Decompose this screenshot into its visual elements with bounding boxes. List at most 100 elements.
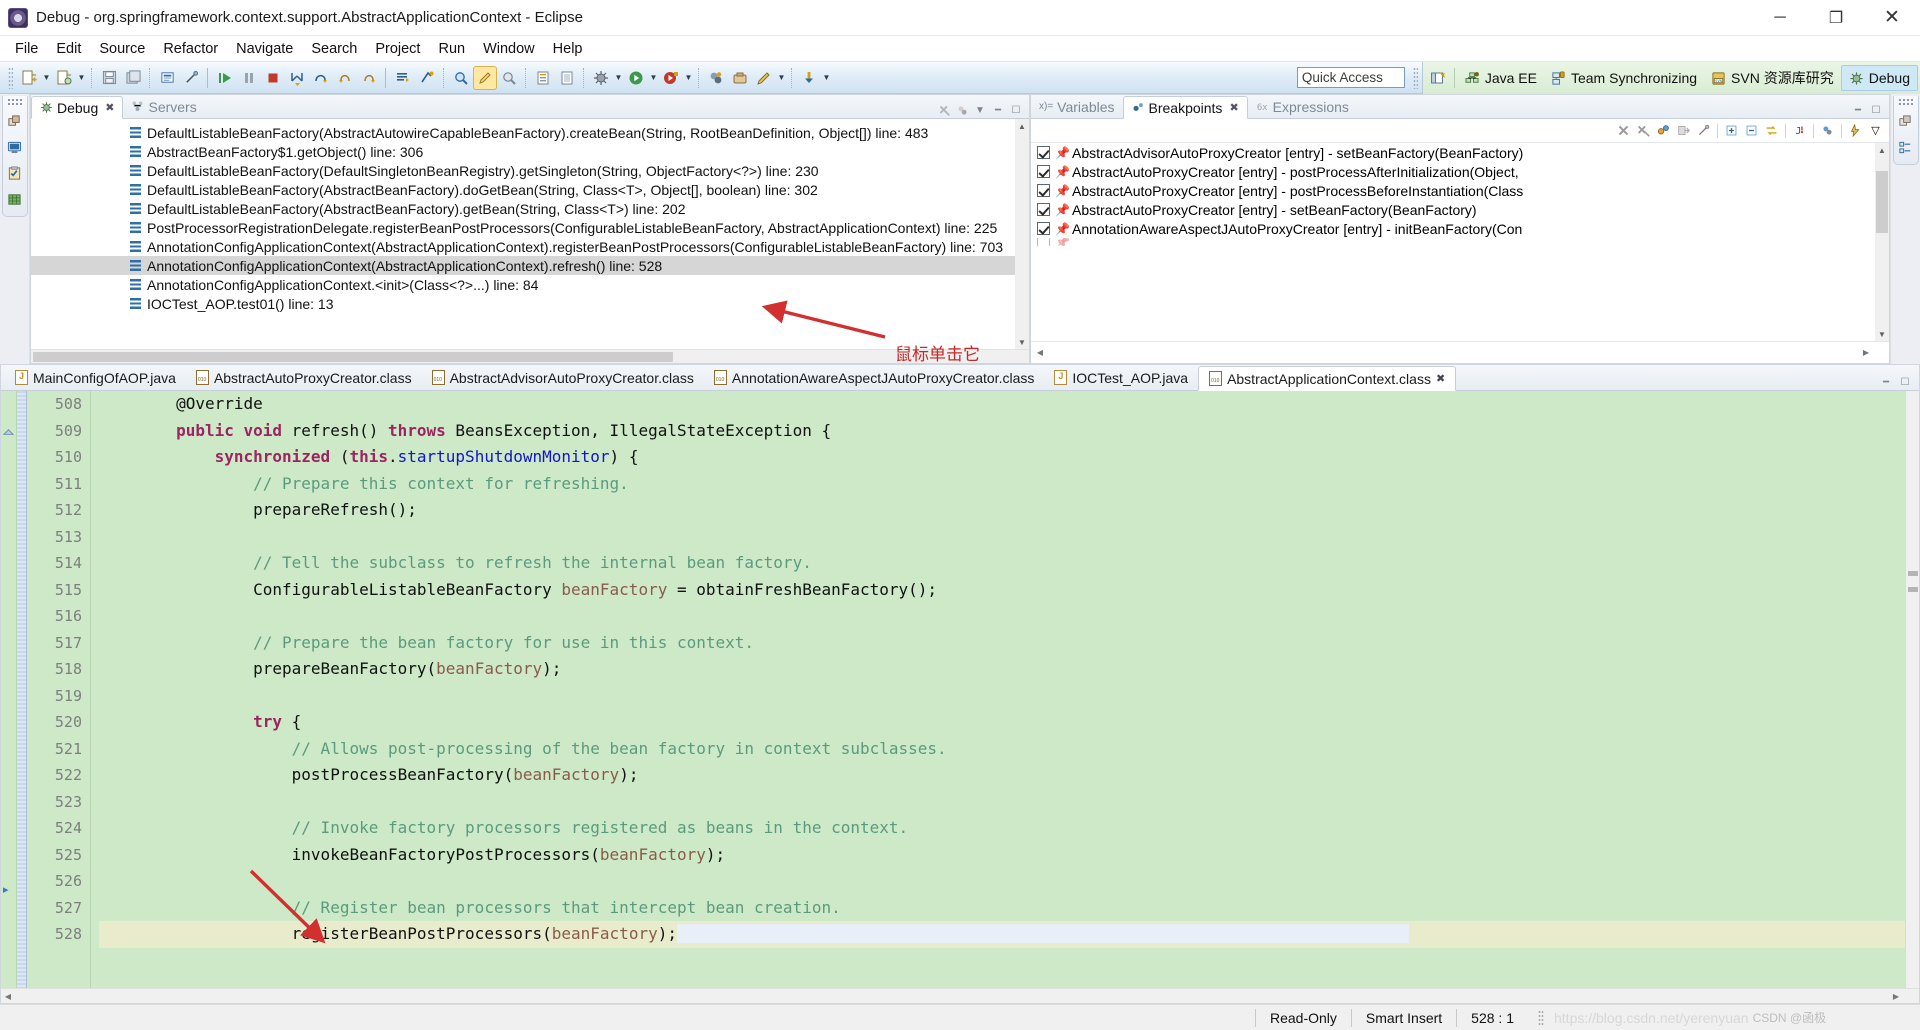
remove-all-terminated-icon[interactable]: [936, 102, 952, 118]
resume-icon[interactable]: [214, 67, 236, 89]
bp-bottom-right-arrow-icon[interactable]: ▶: [1859, 346, 1873, 360]
profile-icon[interactable]: [705, 67, 727, 89]
breakpoint-row[interactable]: 📌 AbstractAutoProxyCreator [entry] - pos…: [1031, 162, 1889, 181]
menu-source[interactable]: Source: [90, 39, 154, 59]
tab-variables[interactable]: x)= Variables: [1031, 95, 1123, 118]
new-wizard-dropdown-icon[interactable]: ▼: [41, 67, 52, 89]
run-external-dropdown-icon[interactable]: ▼: [683, 67, 694, 89]
maximize-button[interactable]: ❐: [1808, 0, 1864, 36]
editor-horizontal-scrollbar[interactable]: ◀ ▶: [1, 988, 1919, 1003]
code-line[interactable]: [99, 789, 1905, 816]
previous-annotation-icon[interactable]: [556, 67, 578, 89]
editor-tab-close-icon[interactable]: ✖: [1436, 372, 1445, 385]
outline-view-icon[interactable]: [1895, 134, 1917, 160]
open-task-icon[interactable]: [416, 67, 438, 89]
restore-view-icon[interactable]: [1895, 108, 1917, 134]
tasks-view-icon[interactable]: [4, 160, 26, 186]
remove-all-breakpoints-icon[interactable]: [1634, 121, 1653, 140]
suspend-icon[interactable]: [238, 67, 260, 89]
step-into-icon[interactable]: [286, 67, 308, 89]
scroll-down-icon[interactable]: ▼: [1018, 335, 1026, 349]
new-java-class-icon[interactable]: [53, 67, 75, 89]
status-bar-grip[interactable]: [1538, 1009, 1544, 1026]
editor-maximize-icon[interactable]: ☐: [1897, 374, 1913, 390]
tab-servers[interactable]: Servers: [123, 95, 204, 118]
code-line[interactable]: invokeBeanFactoryPostProcessors(beanFact…: [99, 842, 1905, 869]
breakpoint-checkbox[interactable]: [1037, 165, 1050, 178]
stack-frame-row[interactable]: AnnotationConfigApplicationContext.<init…: [31, 275, 1029, 294]
quick-access-input[interactable]: Quick Access: [1296, 67, 1405, 88]
breakpoint-row[interactable]: 📌 AbstractAdvisorAutoProxyCreator [entry…: [1031, 143, 1889, 162]
code-line[interactable]: // Prepare this context for refreshing.: [99, 471, 1905, 498]
add-exception-breakpoint-icon[interactable]: J: [1790, 121, 1809, 140]
new-wizard-icon[interactable]: [18, 67, 40, 89]
debug-view-menu-icon[interactable]: ▼: [972, 102, 988, 118]
code-line[interactable]: prepareRefresh();: [99, 497, 1905, 524]
breakpoint-checkbox[interactable]: [1037, 146, 1050, 159]
add-java-exception-icon[interactable]: [1818, 121, 1837, 140]
menu-window[interactable]: Window: [474, 39, 544, 59]
debug-view-minimize-icon[interactable]: ━: [990, 102, 1006, 118]
breakpoints-minimize-icon[interactable]: ━: [1850, 102, 1866, 118]
code-line[interactable]: [99, 683, 1905, 710]
editor-tab-ioctest-aop[interactable]: IOCTest_AOP.java: [1044, 365, 1198, 390]
restore-view-icon[interactable]: [4, 108, 26, 134]
editor-marker-column[interactable]: ▸: [1, 391, 17, 988]
stack-frame-row[interactable]: AnnotationConfigApplicationContext(Abstr…: [31, 237, 1029, 256]
stack-hscroll-thumb[interactable]: [33, 351, 673, 362]
close-button[interactable]: ✕: [1864, 0, 1920, 36]
stack-frame-row[interactable]: DefaultListableBeanFactory(AbstractBeanF…: [31, 180, 1029, 199]
stack-frame-row[interactable]: AbstractBeanFactory$1.getObject() line: …: [31, 142, 1029, 161]
breakpoint-row-partial[interactable]: 📌: [1031, 238, 1889, 246]
code-line[interactable]: // Tell the subclass to refresh the inte…: [99, 550, 1905, 577]
tab-debug[interactable]: Debug ✖: [31, 96, 124, 119]
stack-frame-row[interactable]: PostProcessorRegistrationDelegate.regist…: [31, 218, 1029, 237]
view-menu-icon[interactable]: ▽: [1866, 121, 1885, 140]
bp-bottom-left-arrow-icon[interactable]: ◀: [1033, 346, 1047, 360]
code-line[interactable]: // Allows post-processing of the bean fa…: [99, 736, 1905, 763]
collapse-all-icon[interactable]: [1742, 121, 1761, 140]
save-icon[interactable]: [98, 67, 120, 89]
step-return-icon[interactable]: [334, 67, 356, 89]
step-forward-icon[interactable]: [358, 67, 380, 89]
breakpoint-row[interactable]: 📌 AbstractAutoProxyCreator [entry] - pos…: [1031, 181, 1889, 200]
expand-all-icon[interactable]: [1722, 121, 1741, 140]
bp-scroll-down-icon[interactable]: ▼: [1875, 327, 1889, 341]
save-all-icon[interactable]: [122, 67, 144, 89]
editor-tab-abstractapplicationcontext[interactable]: AbstractApplicationContext.class ✖: [1198, 366, 1457, 391]
code-line[interactable]: @Override: [99, 391, 1905, 418]
menu-edit[interactable]: Edit: [47, 39, 90, 59]
new-java-class-dropdown-icon[interactable]: ▼: [76, 67, 87, 89]
stack-frames-container[interactable]: DefaultListableBeanFactory(AbstractAutow…: [31, 119, 1029, 349]
minimize-button[interactable]: ─: [1752, 0, 1808, 36]
run-launch-icon[interactable]: [625, 67, 647, 89]
open-resource-icon[interactable]: [498, 67, 520, 89]
editor-tab-abstractautoproxycreator[interactable]: AbstractAutoProxyCreator.class: [186, 365, 422, 390]
editor-minimize-icon[interactable]: ━: [1878, 374, 1894, 390]
source-code[interactable]: @Override public void refresh() throws B…: [91, 391, 1905, 988]
data-source-view-icon[interactable]: [4, 186, 26, 212]
breakpoint-checkbox[interactable]: [1037, 222, 1050, 235]
breakpoints-vertical-scrollbar[interactable]: ▲ ▼: [1875, 143, 1889, 341]
toolbar-drag-handle[interactable]: [8, 66, 13, 89]
status-insert-mode[interactable]: Smart Insert: [1350, 1008, 1456, 1027]
code-line[interactable]: [99, 603, 1905, 630]
code-area[interactable]: ▸ 508 509 510 511 512 513 514 515 516 51…: [1, 391, 1919, 988]
menu-search[interactable]: Search: [302, 39, 366, 59]
highlight-icon[interactable]: [473, 65, 497, 90]
editor-hscroll-right-icon[interactable]: ▶: [1889, 989, 1903, 1003]
run-launch-dropdown-icon[interactable]: ▼: [648, 67, 659, 89]
perspective-team-synchronizing[interactable]: Team Synchronizing: [1544, 65, 1704, 91]
remove-breakpoint-icon[interactable]: [1614, 121, 1633, 140]
stack-vertical-scrollbar[interactable]: ▲ ▼: [1015, 119, 1029, 349]
code-line[interactable]: // Invoke factory processors registered …: [99, 815, 1905, 842]
debug-launch-icon[interactable]: [590, 67, 612, 89]
run-external-tools-icon[interactable]: [660, 67, 682, 89]
terminate-icon[interactable]: [262, 67, 284, 89]
download-dropdown-icon[interactable]: ▼: [821, 67, 832, 89]
open-shell-icon[interactable]: [729, 67, 751, 89]
perspective-java-ee[interactable]: Java EE: [1458, 65, 1544, 91]
bp-scroll-thumb[interactable]: [1876, 171, 1888, 233]
stack-frame-row[interactable]: DefaultListableBeanFactory(AbstractAutow…: [31, 123, 1029, 142]
debug-view-maximize-icon[interactable]: ☐: [1008, 102, 1024, 118]
